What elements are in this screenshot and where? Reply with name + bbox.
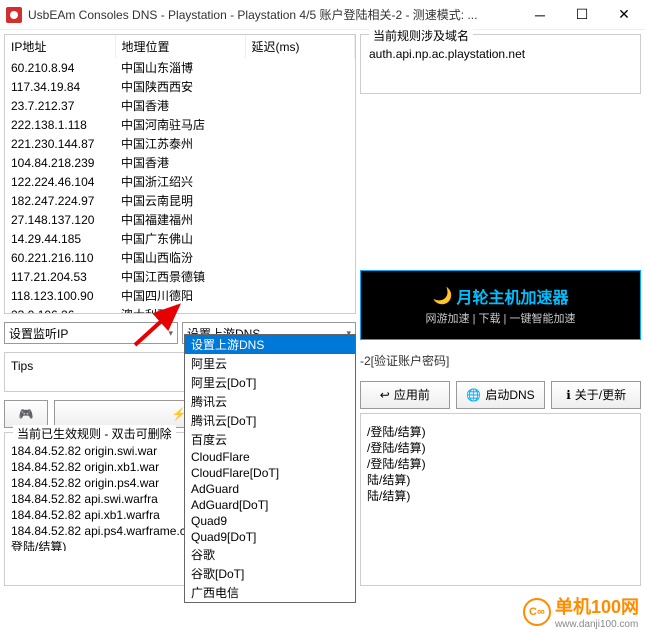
tips-label: Tips (11, 359, 33, 373)
ad-subtitle: 网游加速 | 下载 | 一键智能加速 (426, 310, 576, 326)
table-row[interactable]: 14.29.44.185中国广东佛山 (5, 229, 355, 248)
rules-tail-group: /登陆/结算)/登陆/结算)/登陆/结算)陆/结算)陆/结算) (360, 413, 641, 587)
footer-watermark: C∞ 单机100网 www.danji100.com (523, 593, 639, 630)
moon-icon: 🌙 (433, 286, 453, 306)
about-button[interactable]: ℹ 关于/更新 (551, 381, 641, 409)
domain-group: 当前规则涉及域名 auth.api.np.ac.playstation.net (360, 34, 641, 94)
start-dns-button[interactable]: 🌐 启动DNS (456, 381, 546, 409)
window-title: UsbEAm Consoles DNS - Playstation - Play… (28, 6, 519, 23)
app-icon (6, 7, 22, 23)
domain-title: 当前规则涉及域名 (369, 27, 473, 44)
table-row[interactable]: 60.221.216.110中国山西临汾 (5, 248, 355, 267)
rule-tail: /登陆/结算) (367, 440, 634, 456)
rules-title: 当前已生效规则 - 双击可删除 (13, 425, 176, 442)
footer-logo-icon: C∞ (523, 598, 551, 626)
table-row[interactable]: 182.247.224.97中国云南昆明 (5, 191, 355, 210)
ad-title: 月轮主机加速器 (456, 284, 568, 308)
dropdown-item[interactable]: 腾讯云[DoT] (185, 411, 355, 430)
ip-table[interactable]: IP地址地理位置延迟(ms) 60.210.8.94中国山东淄博117.34.1… (4, 34, 356, 314)
table-row[interactable]: 117.21.204.53中国江西景德镇 (5, 267, 355, 286)
gamepad-button[interactable]: 🎮 (4, 400, 48, 428)
dropdown-item[interactable]: 百度云 (185, 430, 355, 449)
column-header[interactable]: 延迟(ms) (245, 35, 355, 58)
table-row[interactable]: 122.224.46.104中国浙江绍兴 (5, 172, 355, 191)
maximize-button[interactable]: ☐ (561, 0, 603, 30)
dropdown-item[interactable]: AdGuard (185, 481, 355, 497)
table-row[interactable]: 117.34.19.84中国陕西西安 (5, 77, 355, 96)
dropdown-item[interactable]: 谷歌 (185, 545, 355, 564)
apply-before-button[interactable]: ↩ 应用前 (360, 381, 450, 409)
footer-brand: 单机100网 (555, 593, 639, 619)
upstream-dns-dropdown[interactable]: 设置上游DNS阿里云阿里云[DoT]腾讯云腾讯云[DoT]百度云CloudFla… (184, 334, 356, 603)
table-row[interactable]: 104.84.218.239中国香港 (5, 153, 355, 172)
help-text: -2[验证账户密码] (360, 352, 641, 369)
titlebar: UsbEAm Consoles DNS - Playstation - Play… (0, 0, 645, 30)
domain-value: auth.api.np.ac.playstation.net (365, 43, 636, 65)
table-row[interactable]: 27.148.137.120中国福建福州 (5, 210, 355, 229)
column-header[interactable]: 地理位置 (115, 35, 245, 58)
window-controls: ─ ☐ ✕ (519, 0, 645, 30)
dropdown-item[interactable]: 阿里云 (185, 354, 355, 373)
listen-ip-label: 设置监听IP (9, 325, 68, 342)
table-row[interactable]: 60.210.8.94中国山东淄博 (5, 58, 355, 77)
column-header[interactable]: IP地址 (5, 35, 115, 58)
rule-tail: 陆/结算) (367, 472, 634, 488)
ad-banner[interactable]: 🌙 月轮主机加速器 网游加速 | 下载 | 一键智能加速 (360, 270, 641, 340)
arrow-icon: ↩ (380, 388, 390, 402)
red-arrow-annotation (130, 300, 190, 350)
dropdown-item[interactable]: Quad9[DoT] (185, 529, 355, 545)
table-row[interactable]: 222.138.1.118中国河南驻马店 (5, 115, 355, 134)
rule-tail: /登陆/结算) (367, 424, 634, 440)
rule-tail: 陆/结算) (367, 488, 634, 504)
footer-url: www.danji100.com (555, 619, 639, 630)
rule-tail: /登陆/结算) (367, 456, 634, 472)
info-icon: ℹ (566, 388, 571, 402)
dropdown-item[interactable]: Quad9 (185, 513, 355, 529)
dropdown-item[interactable]: 广西电信 (185, 583, 355, 602)
dropdown-item[interactable]: AdGuard[DoT] (185, 497, 355, 513)
minimize-button[interactable]: ─ (519, 0, 561, 30)
dropdown-item[interactable]: 谷歌[DoT] (185, 564, 355, 583)
table-row[interactable]: 221.230.144.87中国江苏泰州 (5, 134, 355, 153)
dropdown-item[interactable]: CloudFlare (185, 449, 355, 465)
table-row[interactable]: 23.7.212.37中国香港 (5, 96, 355, 115)
dropdown-item[interactable]: 阿里云[DoT] (185, 373, 355, 392)
dropdown-item[interactable]: 腾讯云 (185, 392, 355, 411)
rules-tail-list: /登陆/结算)/登陆/结算)/登陆/结算)陆/结算)陆/结算) (365, 422, 636, 532)
dropdown-item[interactable]: 设置上游DNS (185, 335, 355, 354)
globe-icon: 🌐 (466, 388, 481, 402)
gamepad-icon: 🎮 (19, 407, 34, 421)
close-button[interactable]: ✕ (603, 0, 645, 30)
dropdown-item[interactable]: CloudFlare[DoT] (185, 465, 355, 481)
